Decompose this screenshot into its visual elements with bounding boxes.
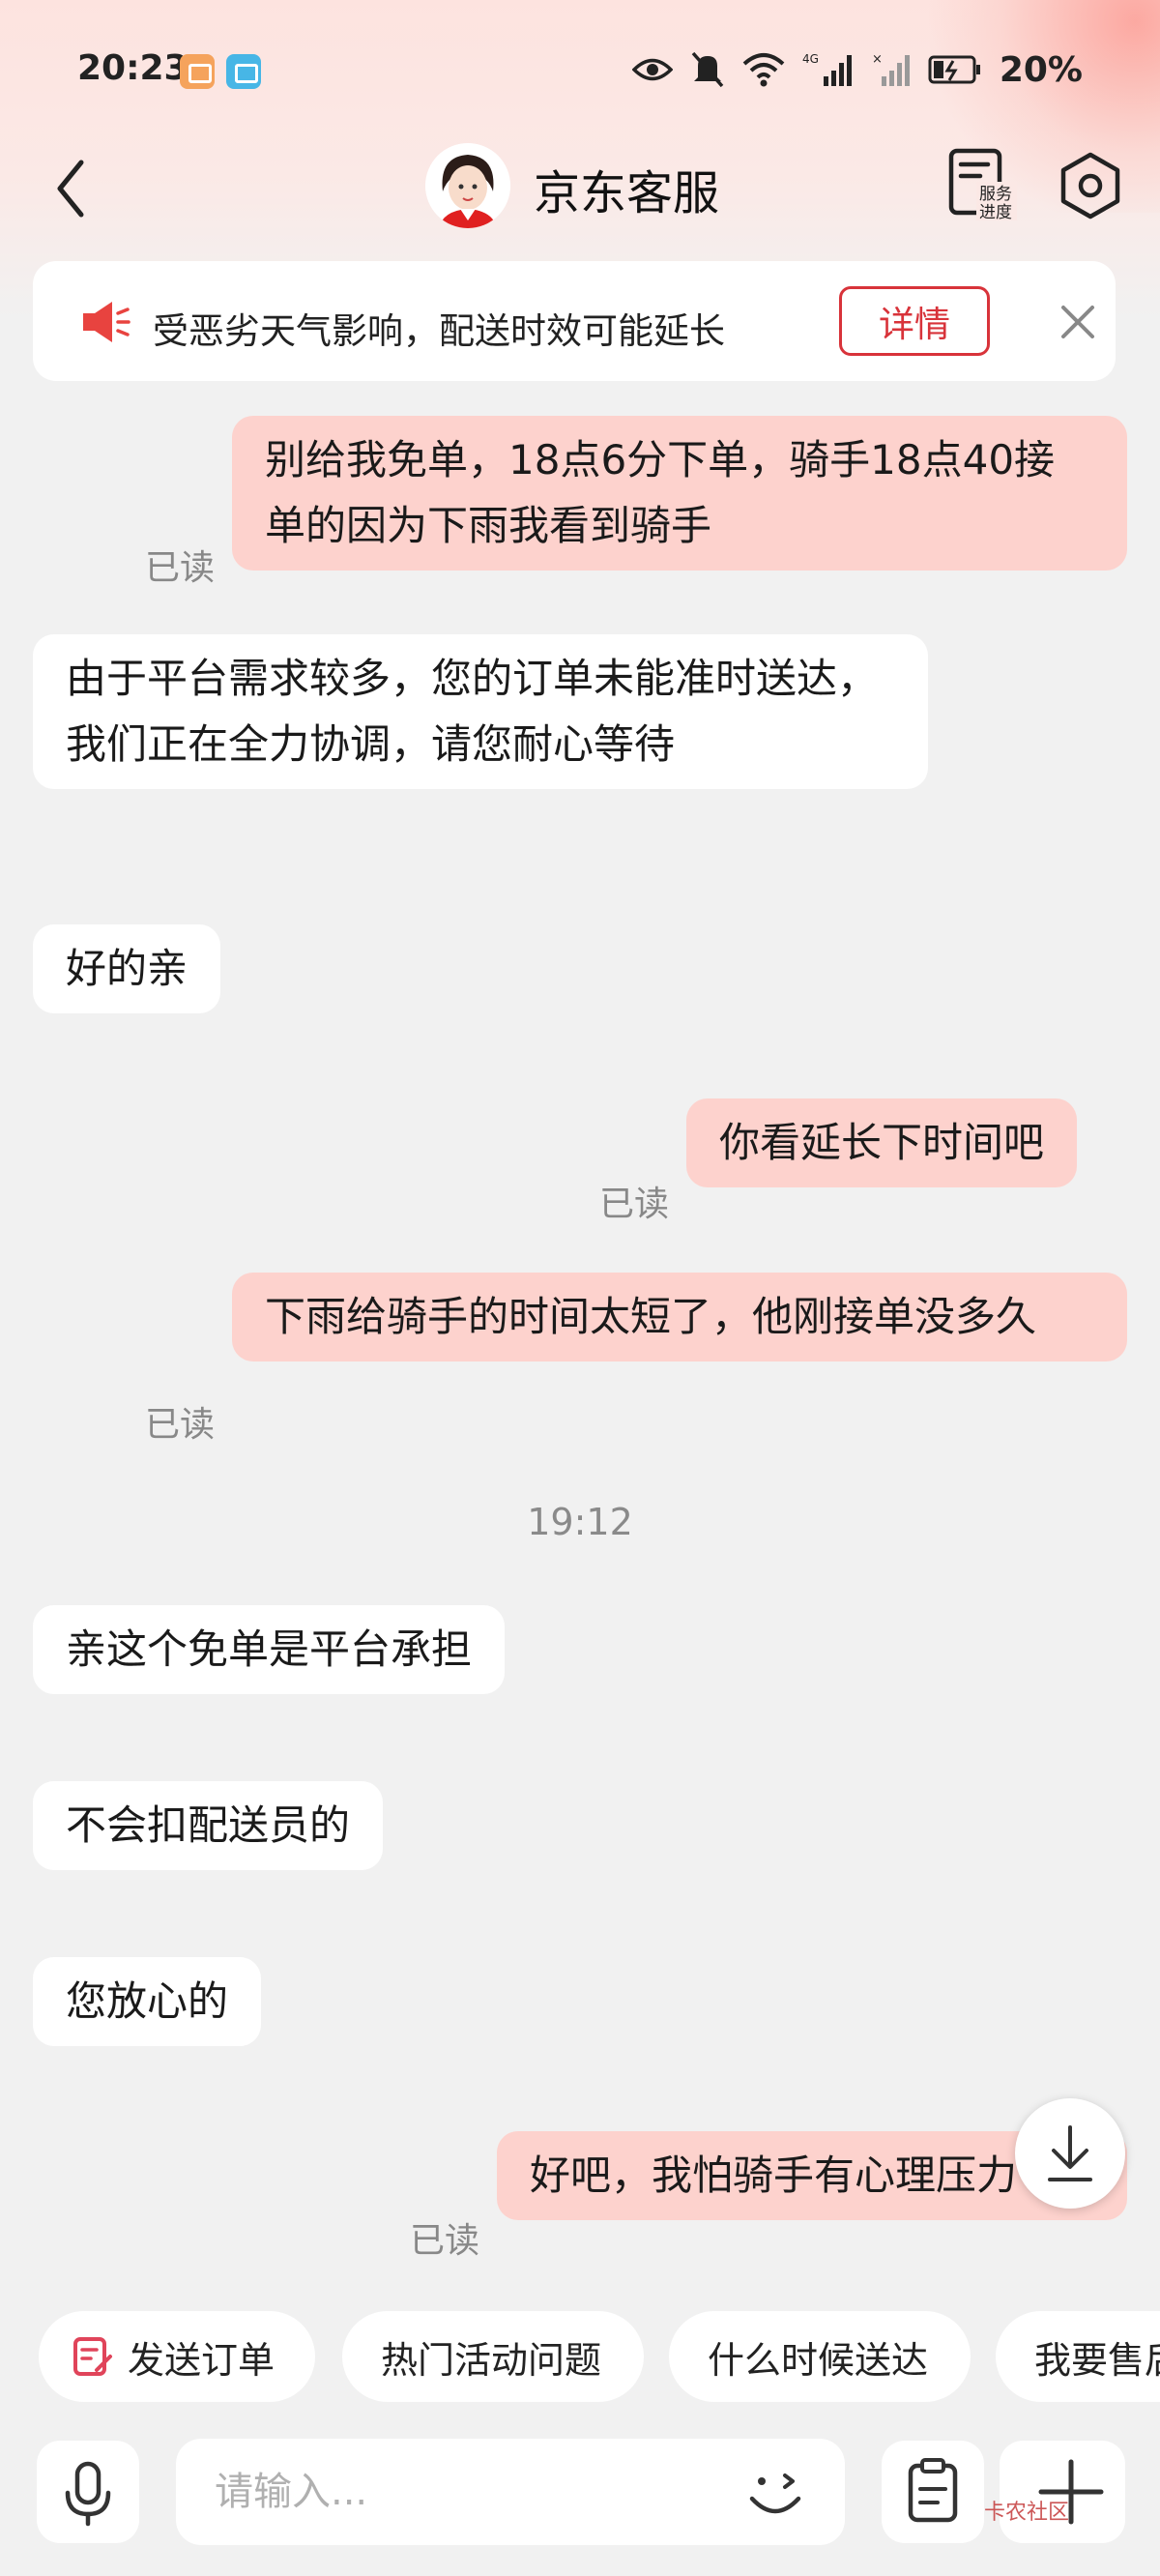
watermark: 卡农社区: [984, 2501, 1070, 2525]
notice-text: 受恶劣天气影响，配送时效可能延长: [153, 310, 725, 352]
read-status: 已读: [599, 1185, 670, 1224]
settings-icon: [1060, 152, 1120, 220]
svg-text:×: ×: [872, 52, 883, 67]
scroll-down-icon: [1048, 2125, 1092, 2181]
quick-reply-hot-activities[interactable]: 热门活动问题: [342, 2311, 644, 2402]
incoming-message[interactable]: 由于平台需求较多，您的订单未能准时送达，我们正在全力协调，请您耐心等待: [33, 634, 928, 789]
incoming-message[interactable]: 好的亲: [33, 924, 221, 1013]
incoming-message[interactable]: 您放心的: [33, 1957, 262, 2046]
outgoing-message[interactable]: 你看延长下时间吧: [686, 1098, 1078, 1187]
signal-4g-icon: 4G: [802, 52, 852, 86]
battery-percent: 20%: [999, 49, 1083, 90]
scroll-to-bottom-button[interactable]: [1015, 2098, 1125, 2209]
quick-reply-bar: 发送订单 热门活动问题 什么时候送达 我要售后: [0, 2311, 1160, 2402]
message-timestamp: 19:12: [527, 1501, 633, 1543]
read-status: 已读: [145, 548, 216, 588]
quick-reply-delivery-time[interactable]: 什么时候送达: [669, 2311, 971, 2402]
settings-button[interactable]: [1056, 151, 1125, 220]
read-status: 已读: [145, 1405, 216, 1445]
chip-label: 发送订单: [128, 2338, 276, 2382]
outgoing-message[interactable]: 别给我免单，18点6分下单，骑手18点40接单的因为下雨我看到骑手: [232, 416, 1127, 571]
plus-icon: [1038, 2459, 1104, 2525]
svg-text:服务: 服务: [979, 185, 1012, 204]
incoming-message[interactable]: 不会扣配送员的: [33, 1781, 384, 1870]
svg-text:进度: 进度: [979, 203, 1012, 222]
service-progress-icon: 服务 进度: [948, 148, 1017, 222]
outgoing-message[interactable]: 下雨给骑手的时间太短了，他刚接单没多久: [232, 1273, 1127, 1361]
voice-button[interactable]: [37, 2441, 139, 2543]
status-bar: 20:23 4G × 20%: [0, 0, 1160, 145]
svg-text:4G: 4G: [802, 52, 819, 66]
back-button[interactable]: [50, 155, 108, 222]
mute-icon: [691, 51, 724, 88]
back-icon: [57, 160, 84, 218]
close-icon: [1061, 306, 1094, 338]
emoji-button[interactable]: [739, 2456, 812, 2530]
notification-app-icon: [180, 54, 215, 89]
notice-close-button[interactable]: [1056, 300, 1100, 344]
page-title: 京东客服: [534, 166, 720, 220]
clipboard-button[interactable]: [882, 2441, 984, 2543]
notice-details-button[interactable]: 详情: [839, 286, 990, 356]
notification-book-icon: [226, 54, 261, 89]
weather-notice-banner: 受恶劣天气影响，配送时效可能延长 详情: [33, 261, 1116, 381]
agent-avatar: [425, 143, 510, 228]
status-time: 20:23: [77, 48, 188, 88]
speaker-icon: [81, 300, 131, 344]
status-icons: 4G × 20%: [631, 48, 1083, 91]
service-progress-button[interactable]: 服务 进度: [947, 147, 1019, 222]
signal-sim2-icon: ×: [872, 52, 910, 86]
battery-icon: [928, 55, 980, 84]
clipboard-icon: [908, 2458, 958, 2523]
quick-reply-send-order[interactable]: 发送订单: [39, 2311, 315, 2402]
read-status: 已读: [410, 2221, 480, 2261]
mic-icon: [65, 2461, 111, 2527]
more-button[interactable]: [1000, 2441, 1125, 2543]
eye-icon: [631, 58, 673, 81]
quick-reply-after-sales[interactable]: 我要售后: [996, 2311, 1160, 2402]
wifi-icon: [742, 53, 785, 87]
emoji-icon: [749, 2474, 801, 2514]
incoming-message[interactable]: 亲这个免单是平台承担: [33, 1605, 506, 1694]
order-icon: [73, 2337, 112, 2376]
